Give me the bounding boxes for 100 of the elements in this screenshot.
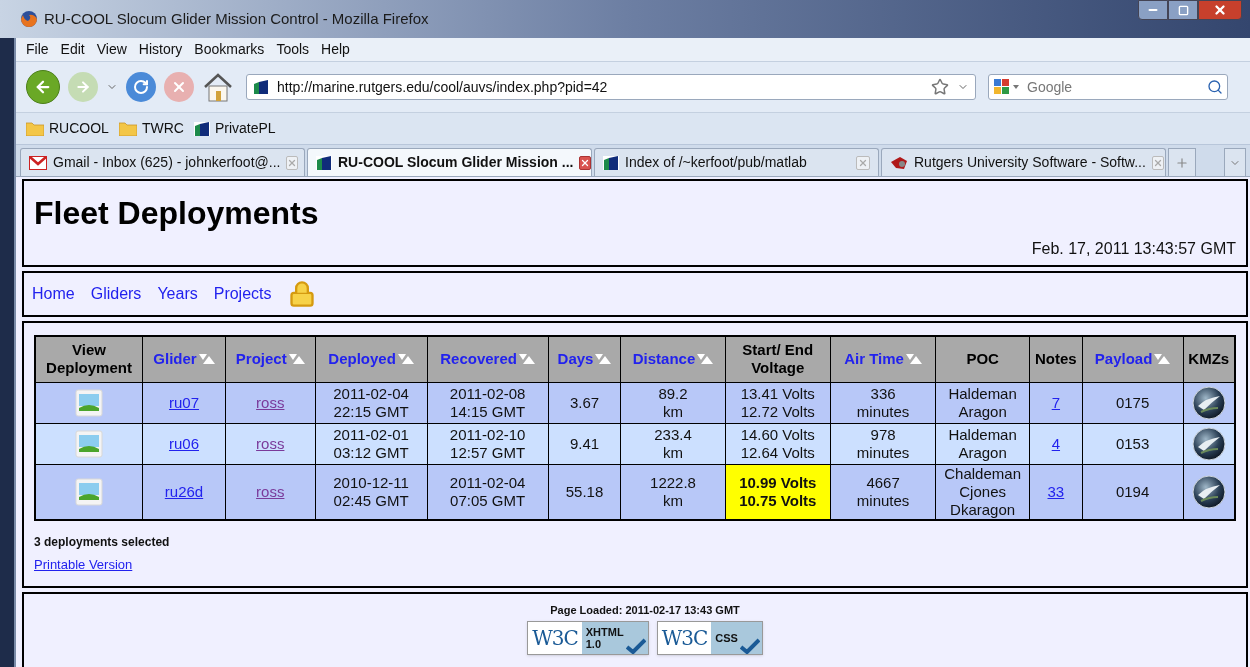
project-link[interactable]: ross xyxy=(256,393,285,411)
site-logo-icon xyxy=(253,79,269,95)
distance-value: 89.2 km xyxy=(657,384,689,421)
menu-item[interactable]: View xyxy=(96,39,127,60)
nav-link[interactable]: Projects xyxy=(213,282,272,306)
back-button[interactable] xyxy=(26,70,60,104)
checkmark-icon xyxy=(625,637,646,654)
payload-value: 0153 xyxy=(1115,434,1150,452)
search-icon[interactable] xyxy=(1207,79,1223,95)
timestamp: Feb. 17, 2011 13:43:57 GMT xyxy=(1031,239,1236,259)
home-icon[interactable] xyxy=(202,71,234,103)
project-link[interactable]: ross xyxy=(256,482,285,500)
new-tab-button[interactable] xyxy=(1168,148,1196,176)
sort-icon xyxy=(595,354,612,365)
site-logo-icon xyxy=(193,120,210,137)
days-value: 3.67 xyxy=(569,393,600,411)
address-bar[interactable]: http://marine.rutgers.edu/cool/auvs/index.php?pid=42 xyxy=(246,74,976,100)
site-logo-icon xyxy=(603,154,619,171)
glider-link[interactable]: ru07 xyxy=(169,393,199,411)
minimize-button[interactable] xyxy=(1138,0,1168,20)
column-header: View Deployment xyxy=(46,341,132,377)
sort-icon xyxy=(397,354,414,365)
stop-icon xyxy=(171,79,187,95)
menu-item[interactable]: Help xyxy=(321,39,350,60)
checkmark-icon xyxy=(739,637,760,654)
glider-link[interactable]: ru06 xyxy=(169,434,199,452)
poc-names: Haldeman Aragon xyxy=(947,384,1018,421)
menu-item[interactable]: File xyxy=(26,39,49,60)
badge-logo: W3C xyxy=(528,621,582,654)
folder-icon xyxy=(118,121,137,136)
plus-icon xyxy=(1175,155,1189,170)
page-loaded-text: Page Loaded: 2011-02-17 13:43 GMT xyxy=(550,603,740,618)
voltage-cell: 10.99 Volts 10.75 Volts xyxy=(725,464,831,520)
distance-value: 233.4 km xyxy=(653,425,693,462)
notes-link[interactable]: 7 xyxy=(1051,393,1061,411)
selection-summary: 3 deployments selected xyxy=(34,533,171,551)
page-title: Fleet Deployments xyxy=(34,195,320,231)
column-header: Start/ End Voltage xyxy=(742,341,814,377)
nav-link[interactable]: Home xyxy=(32,282,75,306)
voltage-cell: 13.41 Volts 12.72 Volts xyxy=(725,382,831,423)
close-icon xyxy=(1213,3,1227,17)
bookmark-star-icon[interactable] xyxy=(931,78,949,96)
browser-tab[interactable]: RU-COOL Slocum Glider Mission ... xyxy=(307,148,592,176)
maximize-icon xyxy=(1177,4,1189,16)
deployed-date: 2011-02-01 03:12 GMT xyxy=(332,425,410,462)
padlock-icon[interactable] xyxy=(287,280,316,308)
project-link[interactable]: ross xyxy=(256,434,285,452)
deployed-date: 2011-02-04 22:15 GMT xyxy=(332,384,410,421)
validation-badge[interactable]: W3C CSS xyxy=(656,620,763,655)
recovered-date: 2011-02-04 07:05 GMT xyxy=(448,473,527,510)
poc-names: Haldeman Aragon xyxy=(947,425,1018,462)
badge-logo: W3C xyxy=(657,621,712,654)
envelope-icon xyxy=(29,155,47,170)
bookmark-item[interactable]: PrivatePL xyxy=(193,118,276,139)
folder-icon xyxy=(26,121,44,136)
tab-list-button[interactable] xyxy=(1224,148,1246,176)
payload-value: 0194 xyxy=(1115,482,1150,500)
nav-link[interactable]: Years xyxy=(157,282,198,306)
menu-item[interactable]: Bookmarks xyxy=(194,39,265,60)
glider-link[interactable]: ru26d xyxy=(164,482,204,500)
landscape-icon[interactable] xyxy=(75,429,103,458)
distance-value: 1222.8 km xyxy=(649,473,697,510)
bookmark-item[interactable]: RUCOOL xyxy=(26,118,109,139)
bookmark-item[interactable]: TWRC xyxy=(118,118,184,139)
menu-item[interactable]: Edit xyxy=(60,39,85,60)
sort-icon xyxy=(1154,354,1171,365)
air-time-value: 978 minutes xyxy=(855,425,911,462)
globe-icon[interactable] xyxy=(1191,474,1226,509)
globe-icon[interactable] xyxy=(1191,426,1226,461)
landscape-icon[interactable] xyxy=(75,388,103,417)
globe-icon[interactable] xyxy=(1191,385,1226,420)
column-header: KMZs xyxy=(1188,350,1230,368)
badge-label: XHTML 1.0 xyxy=(585,625,624,650)
notes-link[interactable]: 4 xyxy=(1051,434,1061,452)
days-value: 9.41 xyxy=(569,434,600,452)
browser-tab[interactable]: Gmail - Inbox (625) - johnkerfoot@... xyxy=(20,148,305,176)
column-header: Notes xyxy=(1035,350,1077,368)
sort-icon xyxy=(288,354,305,365)
notes-link[interactable]: 33 xyxy=(1047,482,1065,500)
recovered-date: 2011-02-10 12:57 GMT xyxy=(448,425,527,462)
browser-tab[interactable]: Rutgers University Software - Softw... xyxy=(881,148,1166,176)
poc-names: Chaldeman Cjones Dkaragon xyxy=(943,464,1022,519)
maximize-button[interactable] xyxy=(1168,0,1198,20)
air-time-value: 4667 minutes xyxy=(855,473,911,510)
air-time-value: 336 minutes xyxy=(855,384,911,421)
browser-tab[interactable]: Index of /~kerfoot/pub/matlab xyxy=(594,148,879,176)
search-input[interactable]: Google xyxy=(1027,76,1203,98)
close-button[interactable] xyxy=(1198,0,1242,20)
reload-button[interactable] xyxy=(126,72,156,102)
menu-item[interactable]: Tools xyxy=(276,39,310,60)
sort-icon xyxy=(198,354,215,365)
sort-icon xyxy=(697,354,714,365)
printable-version-link[interactable]: Printable Version xyxy=(34,554,133,574)
tab-close-icon[interactable] xyxy=(579,155,592,170)
landscape-icon[interactable] xyxy=(75,477,103,506)
menu-item[interactable]: History xyxy=(138,39,183,60)
search-field[interactable]: Google xyxy=(988,74,1228,100)
nav-link[interactable]: Gliders xyxy=(90,282,142,306)
forward-arrow-icon xyxy=(75,79,91,95)
site-logo-icon xyxy=(316,154,332,171)
